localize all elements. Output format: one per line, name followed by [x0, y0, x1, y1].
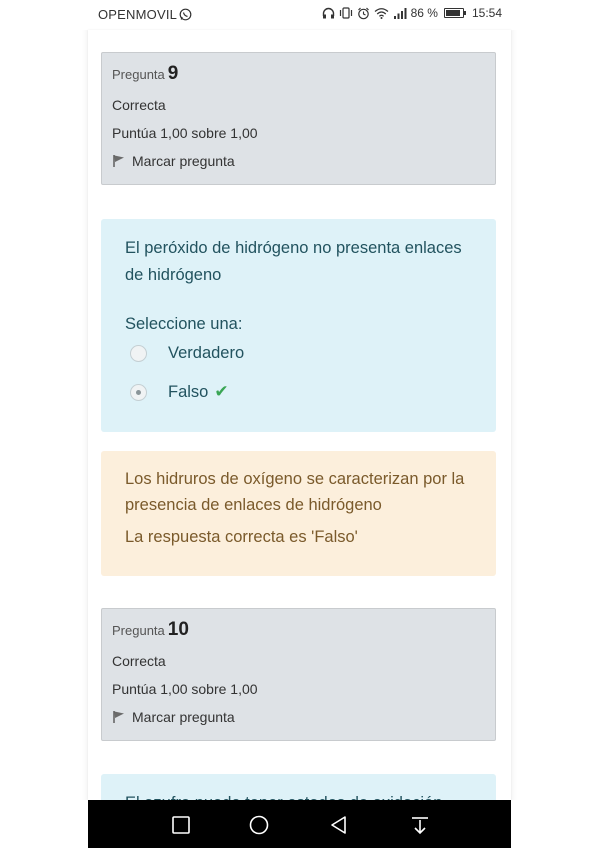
flag-icon [113, 711, 124, 723]
question-number-value: 9 [167, 63, 179, 84]
recent-apps-icon[interactable] [170, 814, 192, 836]
question-info-9: Pregunta 9 Correcta Puntúa 1,00 sobre 1,0… [101, 52, 496, 185]
battery-percent: 86 % [410, 6, 438, 20]
question-number: Pregunta 9 [112, 63, 485, 85]
status-icons: 86 % 15:54 [322, 6, 502, 20]
quiz-review-page[interactable]: Pregunta 9 Correcta Puntúa 1,00 sobre 1,0… [88, 30, 511, 800]
back-icon[interactable] [328, 814, 350, 836]
flag-question-link[interactable]: Marcar pregunta [112, 709, 485, 725]
flag-question-label: Marcar pregunta [132, 153, 235, 169]
answer-option-verdadero[interactable]: Verdadero [125, 344, 472, 363]
flag-question-link[interactable]: Marcar pregunta [112, 153, 485, 169]
page-shadow-right [511, 30, 517, 800]
headphones-icon [322, 7, 334, 19]
battery-icon [443, 8, 466, 18]
question-label: Pregunta [112, 623, 165, 638]
home-icon[interactable] [248, 814, 270, 836]
notifications-icon[interactable] [409, 814, 431, 836]
right-answer: La respuesta correcta es 'Falso' [125, 528, 358, 546]
question-number: Pregunta 10 [112, 619, 485, 641]
question-state: Correcta [112, 97, 166, 113]
clock: 15:54 [471, 6, 502, 20]
correct-check-icon: ✔ [214, 382, 229, 401]
answer-label: Falso [168, 382, 209, 401]
carrier-name: OPENMOVIL [98, 7, 178, 22]
flag-question-label: Marcar pregunta [132, 709, 235, 725]
vibrate-icon [339, 7, 352, 19]
radio-falso[interactable] [130, 383, 147, 401]
answer-prompt: Seleccione una: [125, 315, 243, 333]
question-formulation-10: El azufre puede tener estados de oxidaci… [101, 774, 496, 800]
status-bar: OPENMOVIL 86 % 15:54 [0, 0, 599, 30]
question-feedback-9: Los hidruros de oxígeno se caracterizan … [101, 451, 496, 576]
question-info-10: Pregunta 10 Correcta Puntúa 1,00 sobre 1,… [101, 608, 496, 741]
question-label: Pregunta [112, 67, 165, 82]
question-grade: Puntúa 1,00 sobre 1,00 [112, 125, 258, 141]
whatsapp-icon [179, 8, 192, 21]
flag-icon [113, 155, 124, 167]
answer-label: Verdadero [168, 344, 245, 362]
question-state: Correcta [112, 653, 166, 669]
general-feedback: Los hidruros de oxígeno se caracterizan … [125, 470, 465, 514]
signal-icon [393, 8, 407, 19]
wifi-icon [374, 8, 388, 19]
question-formulation-9: El peróxido de hidrógeno no presenta enl… [101, 219, 496, 432]
question-text: El azufre puede tener estados de oxidaci… [125, 790, 472, 800]
carrier: OPENMOVIL [98, 7, 192, 22]
question-text: El peróxido de hidrógeno no presenta enl… [125, 239, 462, 284]
alarm-icon [357, 7, 369, 19]
question-number-value: 10 [167, 619, 189, 640]
navigation-bar [88, 800, 511, 848]
radio-verdadero[interactable] [130, 345, 147, 362]
answer-option-falso[interactable]: Falso ✔ [125, 382, 472, 402]
question-grade: Puntúa 1,00 sobre 1,00 [112, 681, 258, 697]
